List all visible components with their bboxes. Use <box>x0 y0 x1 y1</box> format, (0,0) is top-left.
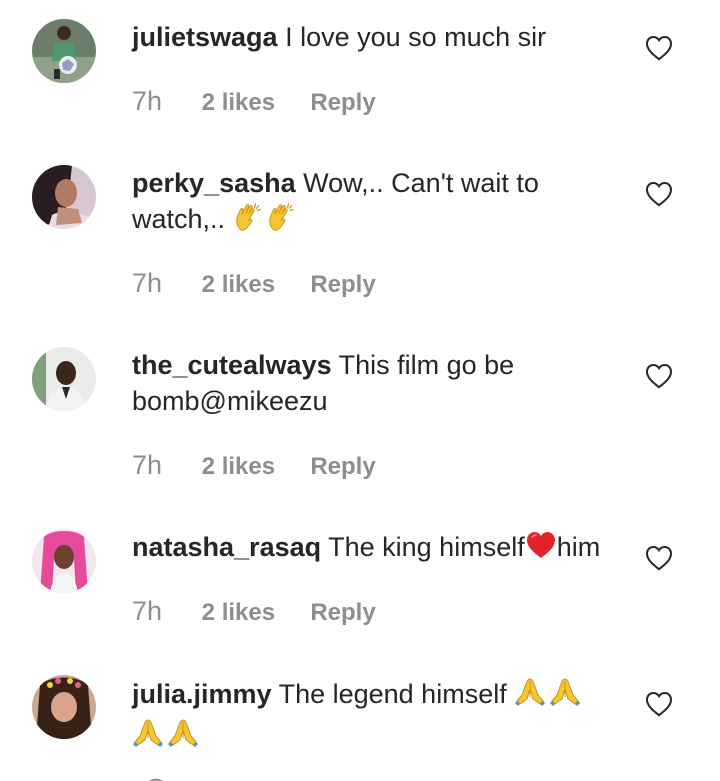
comment-username[interactable]: julia.jimmy <box>132 679 272 709</box>
avatar[interactable] <box>32 165 96 229</box>
partial-next-item <box>145 772 165 781</box>
folded-hands-emoji <box>514 675 546 716</box>
reply-button[interactable]: Reply <box>310 88 375 118</box>
folded-hands-emoji <box>549 675 581 716</box>
like-heart-icon[interactable] <box>645 35 673 61</box>
comment-time: 7h <box>132 86 163 116</box>
avatar[interactable] <box>32 19 96 83</box>
comment-meta: 7h 2 likes Reply <box>132 596 376 628</box>
clapping-hands-emoji <box>266 202 296 241</box>
red-heart-emoji <box>525 530 557 569</box>
comment-time: 7h <box>132 268 163 298</box>
comment-text: julietswaga I love you so much sir <box>132 19 620 55</box>
comment-body-tail: him <box>556 532 601 562</box>
comment-likes[interactable]: 2 likes <box>202 452 304 482</box>
clapping-hands-emoji <box>233 202 263 241</box>
avatar[interactable] <box>32 675 96 739</box>
folded-hands-emoji <box>132 716 164 757</box>
comment-text: the_cutealways This film go be bomb@mike… <box>132 347 620 419</box>
like-heart-icon[interactable] <box>645 181 673 207</box>
reply-button[interactable]: Reply <box>310 270 375 300</box>
comment-time: 7h <box>132 450 163 480</box>
reply-button[interactable]: Reply <box>310 598 375 628</box>
comment-username[interactable]: the_cutealways <box>132 350 332 380</box>
comment-meta: 7h 2 likes Reply <box>132 86 376 118</box>
avatar[interactable] <box>32 529 96 593</box>
comment-likes[interactable]: 2 likes <box>202 270 304 300</box>
comment-username[interactable]: natasha_rasaq <box>132 532 321 562</box>
comment-body: The legend himself <box>278 679 507 709</box>
comment-text: julia.jimmy The legend himself <box>132 675 620 757</box>
comment-body: The king himself <box>328 532 525 562</box>
comment-likes[interactable]: 2 likes <box>202 88 304 118</box>
avatar[interactable] <box>32 347 96 411</box>
comment-text: natasha_rasaq The king himself him <box>132 529 620 569</box>
comment-body: I love you so much sir <box>285 22 547 52</box>
like-heart-icon[interactable] <box>645 363 673 389</box>
comment-text: perky_sasha Wow,.. Can't wait to watch,.… <box>132 165 620 241</box>
like-heart-icon[interactable] <box>645 691 673 717</box>
comment-time: 7h <box>132 596 163 626</box>
comment-meta: 7h 2 likes Reply <box>132 268 376 300</box>
comment-likes[interactable]: 2 likes <box>202 598 304 628</box>
comment-username[interactable]: perky_sasha <box>132 168 296 198</box>
like-heart-icon[interactable] <box>645 545 673 571</box>
folded-hands-emoji <box>167 716 199 757</box>
reply-button[interactable]: Reply <box>310 452 375 482</box>
comment-username[interactable]: julietswaga <box>132 22 278 52</box>
comment-meta: 7h 2 likes Reply <box>132 450 376 482</box>
